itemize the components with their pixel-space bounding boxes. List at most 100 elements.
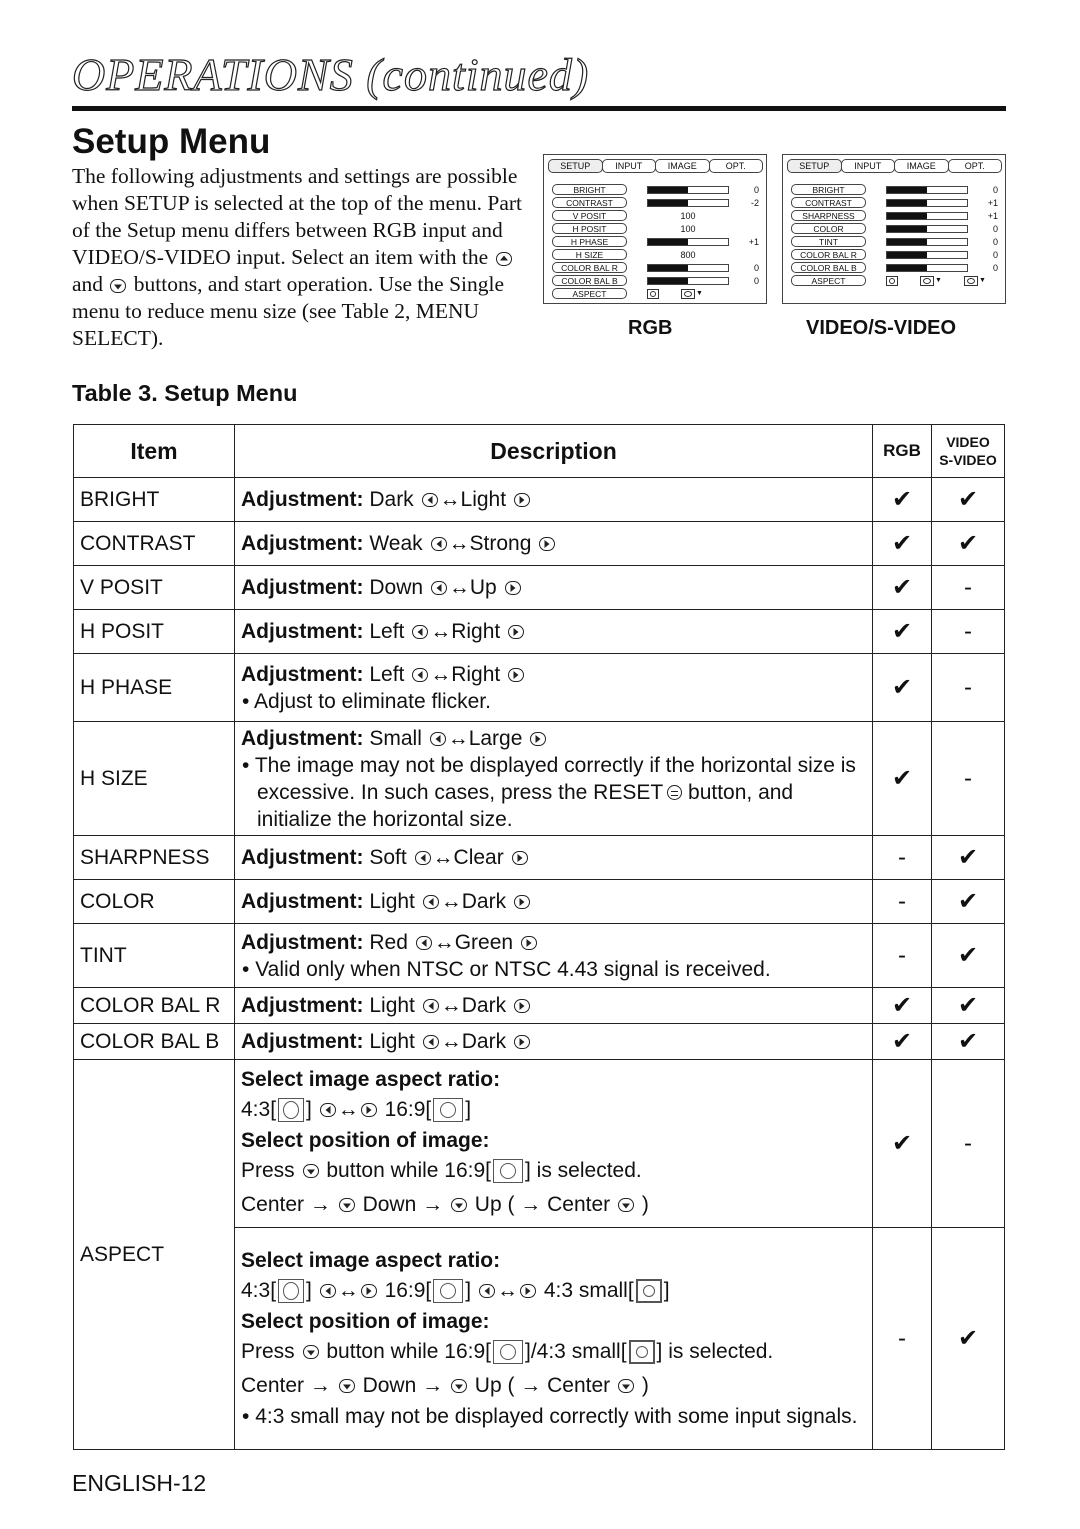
caret-down-icon: ▼: [978, 277, 986, 284]
osd-row-value: 0: [992, 236, 998, 247]
osd-row-value: +1: [987, 210, 998, 221]
osd-row: ASPECT ▼: [552, 287, 766, 300]
osd-tabs: SETUP INPUT IMAGE OPT.: [787, 159, 1002, 173]
adjustment-label: Adjustment:: [241, 994, 364, 1017]
video-support: ✔: [931, 879, 1005, 924]
video-support: -: [931, 609, 1005, 654]
osd-tabs: SETUP INPUT IMAGE OPT.: [548, 159, 763, 173]
osd-video-caption: VIDEO/S-VIDEO: [806, 317, 957, 339]
item-description: Adjustment: Small ↔Large • The image may…: [234, 721, 873, 836]
adjustment-line: Adjustment: Left ↔Right: [241, 618, 866, 645]
osd-row: COLOR BAL R 0: [791, 248, 1005, 261]
item-name: V POSIT: [73, 565, 235, 610]
osd-row: CONTRAST -2: [552, 196, 766, 209]
adjustment-label: Adjustment:: [241, 890, 364, 913]
item-description: Adjustment: Soft ↔Clear: [234, 835, 873, 880]
arrow: ↔: [447, 726, 469, 750]
text: 4:3[: [241, 1097, 277, 1121]
osd-row-label: COLOR: [791, 223, 866, 234]
osd-row-label: CONTRAST: [552, 197, 627, 208]
osd-tab: INPUT: [840, 159, 895, 173]
osd-row: H POSIT 100: [552, 222, 766, 235]
position-heading: Select position of image:: [241, 1128, 490, 1152]
video-support: ✔: [931, 477, 1005, 522]
adjustment-line: Adjustment: Soft ↔Clear: [241, 844, 866, 871]
rgb-support: -: [872, 1227, 932, 1450]
text: Up: [469, 576, 497, 599]
header-item: Item: [73, 424, 235, 478]
table-row: H PHASE Adjustment: Left ↔Right • Adjust …: [73, 653, 1005, 722]
osd-level-bar: [886, 211, 968, 220]
intro-text-1: The following adjustments and settings a…: [72, 164, 523, 269]
text: ): [641, 1374, 649, 1397]
text: ]: [663, 1279, 670, 1302]
osd-row-label: H POSIT: [552, 223, 627, 234]
adjustment-line: Adjustment: Light ↔Dark: [241, 888, 866, 915]
arrow: ↔: [448, 576, 470, 599]
rgb-support: ✔: [872, 653, 932, 722]
text: button while 16:9[: [326, 1158, 491, 1182]
text: ): [641, 1192, 649, 1216]
aspect-options: 4:3[] ↔ 16:9[] ↔ 4:3 small[]: [241, 1274, 866, 1308]
right-button-icon: [513, 493, 530, 508]
osd-row-label: COLOR BAL R: [791, 249, 866, 260]
right-button-icon: [511, 851, 528, 866]
text: Left: [369, 662, 405, 686]
osd-row: COLOR BAL B 0: [791, 261, 1005, 274]
adjustment-label: Adjustment:: [241, 726, 364, 750]
text: Weak: [369, 532, 423, 555]
adjustment-label: Adjustment:: [241, 1030, 364, 1053]
rgb-support: -: [872, 835, 932, 880]
osd-row-value: 800: [680, 249, 696, 260]
osd-row-value: 0: [992, 223, 998, 234]
osd-row-label: ASPECT: [552, 288, 627, 299]
rgb-support: ✔: [872, 521, 932, 566]
table-caption: Table 3. Setup Menu: [72, 380, 298, 406]
osd-row-label: SHARPNESS: [791, 210, 866, 221]
aspect-4-3-small-icon: [628, 1340, 655, 1365]
text: Dark: [461, 1030, 507, 1053]
text: 4:3[: [241, 1279, 277, 1302]
text: Valid only when NTSC or NTSC 4.43 signal…: [255, 957, 771, 981]
intro-paragraph: The following adjustments and settings a…: [72, 163, 522, 352]
setup-menu-table: Item Description RGB VIDEO S-VIDEO BRIGHT…: [73, 424, 1005, 1450]
video-support: -: [931, 721, 1005, 836]
osd-row: COLOR BAL B 0: [552, 274, 766, 287]
down-button-icon: [618, 1197, 634, 1212]
table-row: BRIGHT Adjustment: Dark ↔Light ✔ ✔: [73, 477, 1005, 522]
text: Red: [369, 930, 408, 954]
right-button-icon: [530, 731, 547, 746]
text: ]: [465, 1279, 472, 1302]
right-button-icon: [520, 935, 537, 950]
aspect-4-3-icon: [886, 275, 898, 286]
table-row: COLOR Adjustment: Light ↔Dark - ✔: [73, 879, 1005, 924]
arrow: ↔: [432, 846, 454, 869]
osd-tab: IMAGE: [894, 159, 949, 173]
osd-level-fill: [648, 264, 688, 271]
video-support: -: [931, 565, 1005, 610]
video-support: ✔: [931, 1023, 1005, 1060]
header-video: VIDEO S-VIDEO: [931, 424, 1005, 478]
position-sequence: Center → Down → Up ( → Center ): [241, 1369, 866, 1403]
osd-rgb-panel: SETUP INPUT IMAGE OPT. BRIGHT 0 CONTRAST -2 V PO…: [543, 154, 767, 304]
osd-row-label: ASPECT: [791, 275, 866, 286]
osd-row: ASPECT ▼ ▼: [791, 274, 1005, 287]
rgb-support: -: [872, 879, 932, 924]
text: button while 16:9[: [326, 1340, 491, 1363]
table-row: H SIZE Adjustment: Small ↔Large • The ima…: [73, 721, 1005, 836]
item-name: BRIGHT: [73, 477, 235, 522]
item-name: COLOR BAL R: [73, 987, 235, 1024]
rgb-support: ✔: [872, 1023, 932, 1060]
item-description: Adjustment: Left ↔Right • Adjust to elim…: [234, 653, 873, 722]
left-button-icon: [319, 1284, 336, 1299]
header-rgb: RGB: [872, 424, 932, 478]
osd-level-fill: [887, 225, 927, 232]
osd-tab: IMAGE: [655, 159, 710, 173]
osd-tab: SETUP: [787, 159, 842, 173]
adjustment-line: Adjustment: Left ↔Right: [241, 661, 866, 688]
item-name: SHARPNESS: [73, 835, 235, 880]
osd-row-value: -2: [750, 197, 759, 208]
arrow: ↔: [448, 532, 470, 555]
left-button-icon: [421, 493, 438, 508]
arrow: ↔: [496, 1279, 518, 1302]
